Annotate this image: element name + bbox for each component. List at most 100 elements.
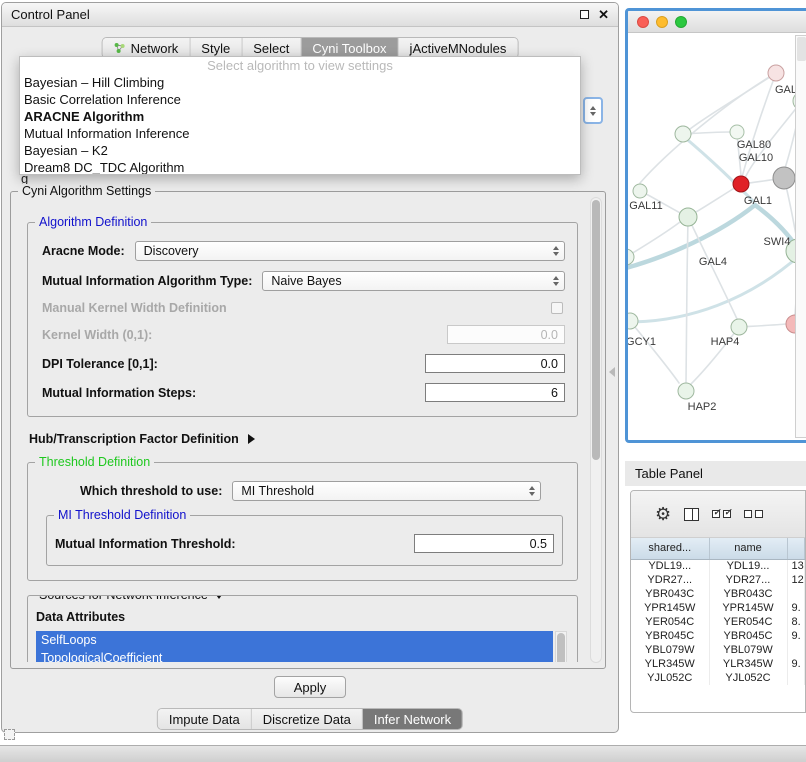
- table-cell: [787, 587, 805, 601]
- table-row[interactable]: YBR045CYBR045C9.: [631, 629, 805, 643]
- algorithm-option[interactable]: ARACNE Algorithm: [20, 108, 580, 125]
- network-canvas[interactable]: GALGAL80GAL10GAL11GAL1SWI4GAL4GCY1HAP4HA…: [628, 33, 806, 440]
- table-row[interactable]: YBR043CYBR043C: [631, 587, 805, 601]
- mi-threshold-input[interactable]: [414, 534, 554, 553]
- table-cell: YER054C: [709, 615, 787, 629]
- mi-threshold-label: Mutual Information Threshold:: [55, 537, 236, 551]
- tab-impute-data[interactable]: Impute Data: [158, 709, 252, 729]
- table-cell: YJL052C: [709, 671, 787, 685]
- zoom-traffic-light[interactable]: [675, 16, 687, 28]
- table-row[interactable]: YPR145WYPR145W9.: [631, 601, 805, 615]
- network-node-label: GAL4: [699, 256, 727, 268]
- minimize-traffic-light[interactable]: [656, 16, 668, 28]
- tab-jactivemnodules[interactable]: jActiveMNodules: [399, 38, 518, 58]
- table-row[interactable]: YBL079WYBL079W: [631, 643, 805, 657]
- settings-scroll-area: Algorithm Definition Aracne Mode: Discov…: [17, 200, 586, 662]
- chevron-updown-icon: [529, 486, 535, 496]
- table-row[interactable]: YDR27...YDR27...12: [631, 573, 805, 587]
- attribute-item[interactable]: SelfLoops: [36, 631, 553, 649]
- tab-network[interactable]: Network: [103, 38, 191, 58]
- which-threshold-select[interactable]: MI Threshold: [232, 481, 541, 501]
- dpi-tolerance-label: DPI Tolerance [0,1]:: [42, 357, 158, 371]
- mi-type-select[interactable]: Naive Bayes: [262, 271, 565, 291]
- network-node-label: SWI4: [764, 236, 791, 248]
- network-edge[interactable]: [640, 73, 776, 183]
- network-edge[interactable]: [686, 217, 688, 383]
- settings-group-title: Cyni Algorithm Settings: [18, 184, 155, 198]
- network-node[interactable]: [730, 125, 744, 139]
- attributes-scrollbar-thumb[interactable]: [557, 633, 565, 662]
- bottom-tabs: Impute Data Discretize Data Infer Networ…: [157, 708, 463, 730]
- manual-kernel-checkbox[interactable]: [551, 302, 563, 314]
- column-header-name[interactable]: name: [709, 538, 787, 559]
- network-node[interactable]: [628, 249, 634, 265]
- network-node[interactable]: [768, 65, 784, 81]
- network-scrollbar[interactable]: [795, 35, 806, 438]
- table-cell: YBL079W: [709, 643, 787, 657]
- dpi-tolerance-input[interactable]: [425, 354, 565, 373]
- chevron-updown-icon: [553, 246, 559, 256]
- apply-button[interactable]: Apply: [274, 676, 346, 698]
- table-header-row: shared... name: [631, 538, 805, 559]
- tab-select[interactable]: Select: [242, 38, 301, 58]
- data-attributes-heading: Data Attributes: [36, 610, 567, 624]
- columns-icon[interactable]: [684, 508, 699, 521]
- attributes-scrollbar[interactable]: [555, 631, 567, 662]
- sources-group-title[interactable]: Sources for Network Inference: [35, 595, 228, 602]
- palette-icon[interactable]: [4, 729, 15, 740]
- threshold-definition-group: Threshold Definition Which threshold to …: [27, 462, 578, 581]
- table-cell: YDL19...: [631, 559, 709, 573]
- algorithm-option[interactable]: Mutual Information Inference: [20, 125, 580, 142]
- close-window-button[interactable]: ✕: [598, 8, 609, 21]
- panel-splitter-handle[interactable]: [609, 367, 615, 377]
- algorithm-option[interactable]: Basic Correlation Inference: [20, 91, 580, 108]
- attribute-item[interactable]: TopologicalCoefficient: [36, 649, 553, 662]
- tab-cyni-toolbox[interactable]: Cyni Toolbox: [301, 38, 398, 58]
- column-header-clipped[interactable]: [787, 538, 805, 559]
- network-window-titlebar[interactable]: [628, 11, 806, 33]
- tab-discretize-data[interactable]: Discretize Data: [252, 709, 363, 729]
- table-cell: YDR27...: [709, 573, 787, 587]
- float-window-button[interactable]: [580, 10, 589, 19]
- tab-style[interactable]: Style: [190, 38, 242, 58]
- hub-definition-toggle[interactable]: Hub/Transcription Factor Definition: [29, 432, 586, 446]
- network-node[interactable]: [628, 313, 638, 329]
- algorithm-option[interactable]: Bayesian – Hill Climbing: [20, 74, 580, 91]
- algorithm-combo-fragment[interactable]: [583, 97, 603, 124]
- network-graph[interactable]: GALGAL80GAL10GAL11GAL1SWI4GAL4GCY1HAP4HA…: [628, 33, 806, 440]
- select-all-icon[interactable]: [712, 510, 731, 518]
- network-node[interactable]: [633, 184, 647, 198]
- network-node[interactable]: [733, 176, 749, 192]
- kernel-width-input[interactable]: [447, 325, 565, 344]
- table-row[interactable]: YLR345WYLR345W9.: [631, 657, 805, 671]
- column-header-shared-name[interactable]: shared...: [631, 538, 709, 559]
- network-node[interactable]: [679, 208, 697, 226]
- table-cell: YBR043C: [631, 587, 709, 601]
- network-node[interactable]: [678, 383, 694, 399]
- network-edge[interactable]: [630, 321, 679, 383]
- settings-scrollbar-thumb[interactable]: [592, 200, 600, 460]
- tab-label: Infer Network: [374, 712, 451, 727]
- network-node[interactable]: [731, 319, 747, 335]
- table-row[interactable]: YDL19...YDL19...13: [631, 559, 805, 573]
- algorithm-option[interactable]: Dream8 DC_TDC Algorithm: [20, 159, 580, 175]
- control-panel-titlebar[interactable]: Control Panel ✕: [2, 3, 618, 27]
- deselect-all-icon[interactable]: [744, 510, 763, 518]
- close-traffic-light[interactable]: [637, 16, 649, 28]
- algorithm-option[interactable]: Bayesian – K2: [20, 142, 580, 159]
- table-cell: YDR27...: [631, 573, 709, 587]
- network-scrollbar-thumb[interactable]: [797, 37, 806, 61]
- table-cell: YDL19...: [709, 559, 787, 573]
- gear-icon[interactable]: ⚙: [655, 505, 671, 523]
- table-cell: 9.: [787, 601, 805, 615]
- table-panel-window: ⚙ shared... name YDL19...YDL19...13YDR27…: [630, 490, 806, 713]
- tab-infer-network[interactable]: Infer Network: [363, 709, 462, 729]
- network-node[interactable]: [773, 167, 795, 189]
- table-row[interactable]: YER054CYER054C8.: [631, 615, 805, 629]
- mi-steps-label: Mutual Information Steps:: [42, 386, 196, 400]
- aracne-mode-select[interactable]: Discovery: [135, 241, 565, 261]
- settings-scrollbar[interactable]: [590, 197, 602, 663]
- network-node[interactable]: [675, 126, 691, 142]
- mi-steps-input[interactable]: [425, 383, 565, 402]
- table-row[interactable]: YJL052CYJL052C: [631, 671, 805, 685]
